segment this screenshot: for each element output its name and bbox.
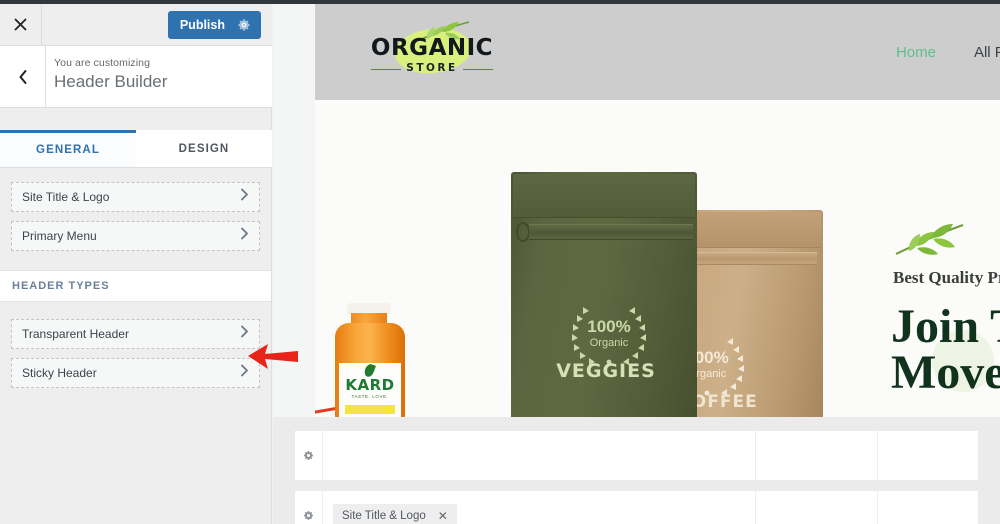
builder-zone-left[interactable]: Site Title & Logo ✕	[323, 491, 756, 524]
bottle-label: KARD TASTE. LOVE.	[339, 362, 401, 417]
customizer-sidebar: Publish You are customizing Header Build…	[0, 4, 272, 524]
publish-settings-button[interactable]	[237, 18, 251, 32]
builder-row-settings-button[interactable]	[295, 491, 323, 524]
gear-icon	[238, 19, 250, 31]
site-logo[interactable]: ORGANIC STORE	[367, 17, 497, 87]
builder-row-settings-button[interactable]	[295, 431, 323, 480]
hero-title-line-2: Movem	[891, 345, 1000, 399]
close-icon	[14, 18, 27, 31]
tab-general[interactable]: GENERAL	[0, 130, 136, 167]
bottle-brand: KARD	[345, 376, 395, 394]
builder-zone-right[interactable]	[878, 431, 978, 480]
product-label-veggies: VEGGIES	[556, 360, 656, 382]
builder-row-main: Site Title & Logo ✕	[295, 491, 978, 524]
sidebar-item-label: Site Title & Logo	[22, 190, 110, 204]
hero-eyebrow: Best Quality Produ	[893, 268, 1000, 287]
tab-general-label: GENERAL	[36, 144, 100, 156]
logo-wordmark: ORGANIC	[370, 35, 494, 61]
chevron-right-icon	[239, 188, 250, 207]
builder-zone-left[interactable]	[323, 431, 756, 480]
sidebar-item-label: Transparent Header	[22, 327, 129, 341]
tab-design[interactable]: DESIGN	[136, 130, 272, 167]
chevron-right-icon	[239, 364, 250, 383]
bottle-tagline: TASTE. LOVE.	[351, 394, 389, 399]
leaf-branch-icon	[893, 220, 967, 265]
builder-zone-right[interactable]	[878, 491, 978, 524]
page-title: Header Builder	[54, 72, 168, 91]
builder-zone-center[interactable]	[756, 431, 878, 480]
header-builder-panel: Site Title & Logo ✕	[273, 417, 1000, 524]
sidebar-item-site-title-logo[interactable]: Site Title & Logo	[11, 182, 260, 212]
nav-link-all-products[interactable]: All Products	[974, 44, 1000, 61]
primary-navigation: Home All Products	[896, 4, 1000, 100]
header-types-list: Transparent Header Sticky Header	[0, 302, 271, 407]
sidebar-item-label: Primary Menu	[22, 229, 97, 243]
chevron-right-icon	[239, 227, 250, 246]
sidebar-spacer	[0, 108, 271, 130]
tab-design-label: DESIGN	[178, 142, 230, 155]
hero-title: Join T Movem	[891, 300, 1000, 399]
sidebar-item-label: Sticky Header	[22, 366, 97, 380]
logo-subtext: STORE	[406, 62, 458, 74]
builder-item-label: Site Title & Logo	[342, 509, 426, 522]
customizer-screen: Publish You are customizing Header Build…	[0, 0, 1000, 524]
chevron-left-icon	[19, 69, 26, 84]
section-heading-header-types: HEADER TYPES	[0, 270, 271, 302]
gear-icon	[304, 511, 313, 520]
product-green-pouch: 100% Organic VEGGIES	[511, 172, 697, 417]
customizer-header: Publish	[0, 4, 272, 46]
site-header-bar: ORGANIC STORE Home All Products	[315, 4, 1000, 100]
preview-viewport: ORGANIC STORE Home All Products	[315, 4, 1000, 417]
nav-link-home[interactable]: Home	[896, 44, 936, 61]
sidebar-item-transparent-header[interactable]: Transparent Header	[11, 319, 260, 349]
organic-seal-green: 100% Organic	[561, 297, 657, 365]
builder-row-top	[295, 431, 978, 480]
back-button[interactable]	[0, 46, 46, 107]
gear-icon	[304, 451, 313, 460]
product-orange-bottle: KARD TASTE. LOVE.	[315, 303, 405, 417]
site-preview: ORGANIC STORE Home All Products	[273, 4, 1000, 524]
hero-section: 100% Organic COFFEE 100% Organic VEGGIES…	[315, 100, 1000, 417]
panel-tabs: GENERAL DESIGN	[0, 130, 272, 168]
pouch-hang-hole	[516, 222, 530, 242]
general-options-list: Site Title & Logo Primary Menu	[0, 168, 271, 270]
publish-button[interactable]: Publish	[167, 11, 261, 39]
sidebar-item-primary-menu[interactable]: Primary Menu	[11, 221, 260, 251]
pouch-top-fold	[513, 174, 695, 218]
section-heading-label: HEADER TYPES	[12, 280, 110, 292]
customizing-eyebrow: You are customizing	[54, 57, 151, 69]
sidebar-item-sticky-header[interactable]: Sticky Header	[11, 358, 260, 388]
builder-zone-center[interactable]	[756, 491, 878, 524]
hero-title-line-1: Join T	[891, 300, 1000, 353]
close-icon[interactable]: ✕	[438, 509, 448, 523]
publish-label: Publish	[179, 18, 225, 32]
close-customizer-button[interactable]	[0, 4, 42, 45]
builder-item-site-title-logo[interactable]: Site Title & Logo ✕	[333, 503, 457, 524]
chevron-right-icon	[239, 325, 250, 344]
bottle-stripe	[345, 405, 395, 414]
panel-title-bar: You are customizing Header Builder	[0, 46, 272, 108]
pouch-zipper	[529, 224, 693, 240]
